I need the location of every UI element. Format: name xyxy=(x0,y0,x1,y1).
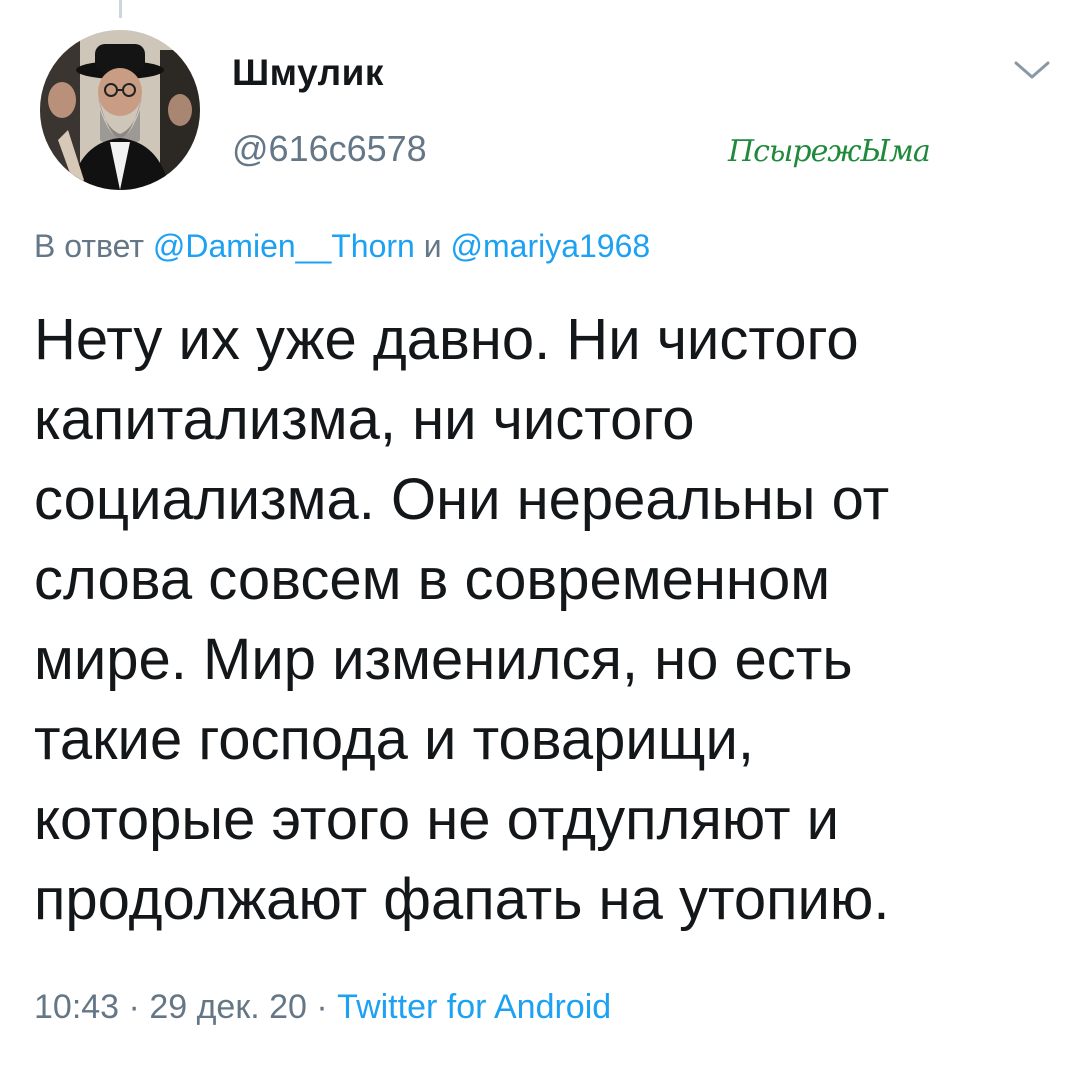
reply-context: В ответ @Damien__Thorn и @mariya1968 xyxy=(34,228,650,265)
thread-connector-line xyxy=(119,0,122,18)
tweet-menu-button[interactable] xyxy=(1010,56,1054,84)
tweet-meta: 10:43 · 29 дек. 20 · Twitter for Android xyxy=(34,988,611,1027)
tweet-text-line: мире. Мир изменился, но есть xyxy=(34,627,853,692)
reply-mention-link[interactable]: @Damien__Thorn xyxy=(153,228,415,264)
tweet-text-line: такие господа и товарищи, xyxy=(34,707,755,772)
tweet-text-line: капитализма, ни чистого xyxy=(34,387,695,452)
tweet-time[interactable]: 10:43 xyxy=(34,988,119,1026)
tweet-text-line: Нету их уже давно. Ни чистого xyxy=(34,307,859,372)
watermark: ПсырежЫма xyxy=(728,134,931,169)
reply-prefix: В ответ xyxy=(34,228,145,264)
tweet-text-line: которые этого не отдупляют и xyxy=(34,787,840,852)
avatar-photo xyxy=(40,30,200,190)
author-handle[interactable]: @616c6578 xyxy=(232,128,427,170)
reply-mention-link[interactable]: @mariya1968 xyxy=(451,228,651,264)
tweet-text-line: продолжают фапать на утопию. xyxy=(34,867,890,932)
avatar[interactable] xyxy=(40,30,200,190)
chevron-down-icon xyxy=(1014,61,1050,79)
meta-separator: · xyxy=(316,988,328,1026)
reply-conjunction: и xyxy=(423,228,442,264)
author-display-name[interactable]: Шмулик xyxy=(232,52,384,94)
tweet-text-line: слова совсем в современном xyxy=(34,547,831,612)
tweet-date[interactable]: 29 дек. 20 xyxy=(149,988,307,1026)
tweet-source-link[interactable]: Twitter for Android xyxy=(337,988,611,1026)
meta-separator: · xyxy=(128,988,140,1026)
tweet-text: Нету их уже давно. Ни чистого капитализм… xyxy=(34,300,1044,940)
tweet-text-line: социализма. Они нереальны от xyxy=(34,467,890,532)
